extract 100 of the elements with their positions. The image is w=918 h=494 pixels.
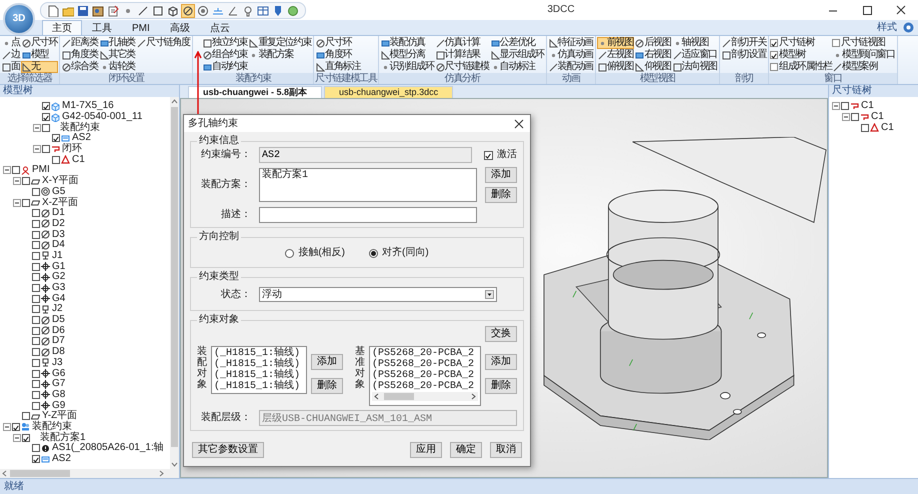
ribbon-tab[interactable]: PMI — [122, 20, 160, 35]
quick-access-button[interactable] — [286, 4, 300, 18]
ribbon-button[interactable]: 模型顾问窗口 — [832, 49, 896, 61]
list-item[interactable]: (PS5268_20-PCBA_2 — [372, 381, 478, 392]
checkbox[interactable] — [52, 156, 60, 164]
tree-item[interactable]: X-Z平面 — [42, 198, 78, 208]
state-dropdown[interactable]: 浮动 — [259, 287, 497, 302]
ribbon-tab[interactable]: 工具 — [82, 20, 122, 35]
tree-item[interactable]: D7 — [52, 336, 65, 346]
checkbox[interactable] — [32, 370, 40, 378]
checkbox[interactable] — [32, 294, 40, 303]
ribbon-button[interactable]: 模型 — [20, 49, 58, 61]
checkbox[interactable] — [32, 209, 40, 218]
ribbon-button[interactable]: 仿真计算 — [434, 37, 490, 49]
style-menu[interactable]: 样式 — [877, 20, 897, 35]
assembly-object-list[interactable]: (_H1815_1:轴线) (_H1815_1:轴线) (_H1815_1:轴线) (_H1815_1:轴线) — [211, 346, 307, 394]
ribbon-tab[interactable]: 主页 — [42, 20, 82, 35]
tree-item[interactable]: 装配方案1 — [40, 432, 86, 443]
checkbox[interactable] — [32, 380, 40, 388]
ribbon-tab[interactable]: 点云 — [200, 20, 240, 35]
tree-item[interactable]: G9 — [52, 400, 66, 411]
checkbox[interactable] — [22, 177, 30, 186]
checkbox[interactable] — [32, 305, 40, 314]
ribbon-button[interactable]: 自动约束 — [202, 61, 248, 73]
ribbon-button[interactable]: 装配方案 — [248, 49, 312, 61]
checkbox[interactable] — [32, 262, 40, 271]
tree-item[interactable]: D8 — [52, 347, 65, 358]
list-item[interactable]: (_H1815_1:轴线) — [214, 348, 304, 359]
quick-access-button[interactable] — [136, 4, 150, 18]
checkbox[interactable] — [32, 455, 40, 464]
tree-item[interactable]: J3 — [52, 358, 63, 368]
tree-item[interactable]: G6 — [52, 368, 66, 379]
assembly-level-field[interactable]: 层级USB-CHUANGWEI_ASM_101_ASM — [259, 410, 517, 426]
dialog-button[interactable]: 确定 — [450, 442, 482, 458]
tree-item[interactable]: PMI — [32, 165, 50, 176]
document-tab[interactable]: usb-chuangwei_stp.3dcc — [324, 86, 454, 98]
tree-item[interactable]: J1 — [52, 250, 63, 261]
ribbon-button[interactable]: 其它类 — [98, 49, 136, 61]
quick-access-button[interactable] — [181, 4, 195, 18]
quick-access-button[interactable] — [151, 4, 165, 18]
ribbon-button[interactable]: 尺寸环 — [315, 37, 362, 49]
checkbox[interactable] — [42, 145, 50, 154]
ribbon-button[interactable]: 尺寸链角度 — [136, 37, 192, 49]
checkbox[interactable] — [12, 422, 20, 431]
constraint-id-field[interactable]: AS2 — [259, 147, 472, 163]
ribbon-button[interactable]: 点 — [1, 37, 21, 49]
list-item[interactable]: (_H1815_1:轴线) — [214, 381, 304, 392]
quick-access-button[interactable] — [76, 4, 90, 18]
ribbon-button[interactable]: 显示组成环 — [490, 49, 545, 61]
delete-button[interactable]: 删除 — [311, 378, 343, 394]
tree-item[interactable]: G4 — [52, 294, 66, 304]
ribbon-button[interactable]: 面 — [1, 61, 21, 73]
ribbon-button[interactable]: 装配仿真 — [380, 37, 435, 49]
list-item[interactable]: (PS5268_20-PCBA_2 — [372, 370, 478, 381]
ribbon-button[interactable]: 剖切设置 — [720, 49, 768, 61]
tree-item[interactable]: Y-Z平面 — [42, 411, 78, 422]
checkbox[interactable] — [22, 434, 30, 442]
checkbox[interactable] — [32, 252, 40, 260]
list-item[interactable]: (_H1815_1:轴线) — [214, 359, 304, 370]
tree-item[interactable]: G3 — [52, 283, 66, 294]
add-button[interactable]: 添加 — [485, 167, 517, 183]
checkbox[interactable] — [32, 273, 40, 282]
ribbon-button[interactable]: 尺寸环 — [20, 37, 58, 49]
tree-item[interactable]: D3 — [52, 230, 65, 240]
assembly-scheme-field[interactable]: 装配方案1 — [259, 168, 477, 202]
ribbon-button[interactable]: 边 — [1, 49, 21, 61]
tree-item[interactable]: D4 — [52, 240, 65, 250]
checkbox[interactable] — [32, 220, 40, 228]
ribbon-button[interactable]: 齿轮类 — [98, 61, 136, 73]
checkbox[interactable] — [52, 134, 60, 142]
tree-item[interactable]: AS2 — [72, 133, 91, 144]
ribbon-button[interactable]: 轴视图 — [672, 37, 718, 49]
ribbon-button[interactable]: 计算结果 — [434, 49, 490, 61]
checkbox[interactable] — [12, 166, 20, 174]
tree-item[interactable]: G8 — [52, 390, 66, 400]
tree-item[interactable]: D6 — [52, 326, 65, 336]
checkbox[interactable] — [770, 51, 778, 59]
tree-item[interactable]: J2 — [52, 304, 63, 314]
tree-item[interactable]: 装配约束 — [32, 422, 72, 432]
ribbon-button[interactable]: 后视图 — [634, 37, 672, 49]
tree-item[interactable]: G42-0540-001_11 — [62, 112, 142, 122]
checkbox[interactable] — [832, 39, 840, 47]
ribbon-button[interactable]: 角度环 — [315, 49, 362, 61]
ribbon-button[interactable]: 特征动画 — [548, 37, 594, 49]
checkbox[interactable] — [32, 444, 40, 452]
list-item[interactable]: (PS5268_20-PCBA_2 — [372, 348, 478, 359]
checkbox[interactable] — [861, 124, 869, 132]
tree-item[interactable]: G7 — [52, 379, 66, 390]
ribbon-button[interactable]: 法向视图 — [672, 61, 718, 73]
radio-button[interactable] — [369, 248, 378, 258]
quick-access-button[interactable] — [166, 4, 180, 18]
ribbon-button[interactable]: 公差优化 — [490, 37, 545, 49]
checkbox[interactable] — [42, 113, 50, 122]
checkbox[interactable] — [22, 198, 30, 207]
ribbon-button[interactable]: 组合约束 — [202, 49, 248, 61]
tree-item[interactable]: 装配约束 — [60, 122, 100, 133]
ribbon-button[interactable]: 模型分离 — [380, 49, 435, 61]
checkbox[interactable] — [42, 124, 50, 132]
ribbon-button[interactable]: 剖切开关 — [720, 37, 768, 49]
add-button[interactable]: 添加 — [485, 354, 517, 370]
